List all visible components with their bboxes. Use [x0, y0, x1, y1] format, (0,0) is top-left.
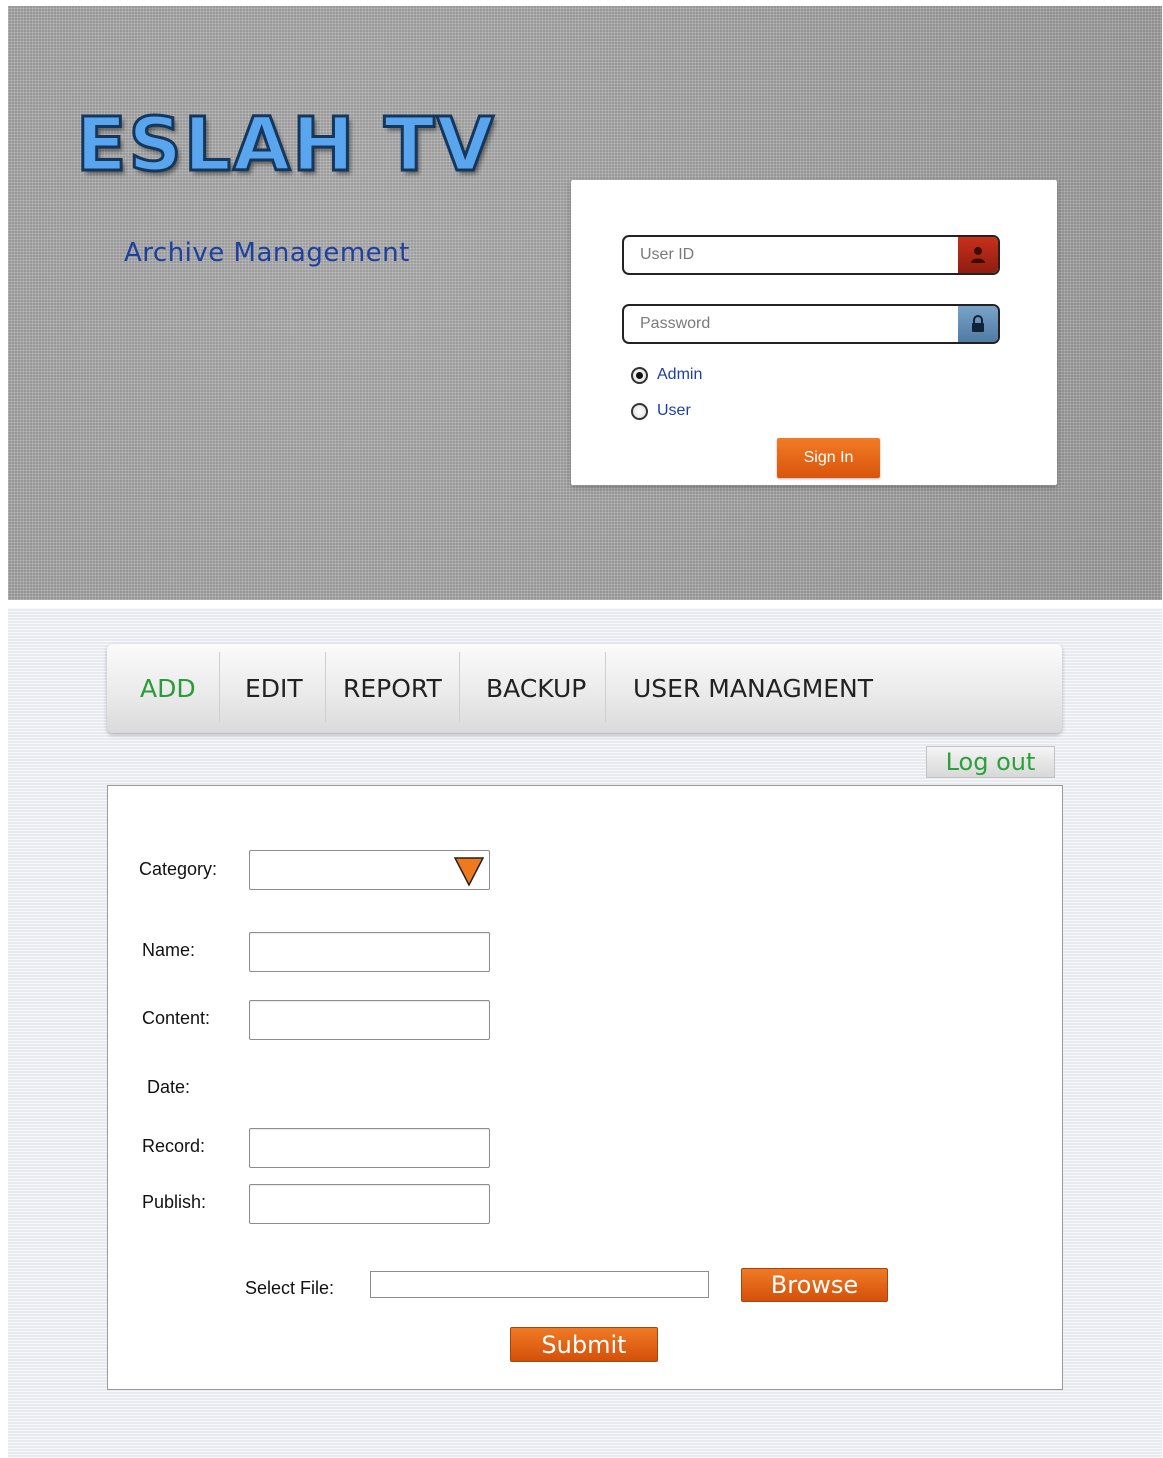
menu-divider: [459, 652, 460, 722]
admin-add-screen: ADD EDIT REPORT BACKUP USER MANAGMENT Lo…: [8, 608, 1162, 1458]
menu-item-user-management[interactable]: USER MANAGMENT: [633, 644, 873, 733]
sign-in-button[interactable]: Sign In: [777, 438, 880, 478]
lock-icon: [958, 306, 998, 342]
browse-button[interactable]: Browse: [741, 1268, 888, 1302]
add-form: Category: Name: Content: Date: Record: P…: [107, 785, 1063, 1390]
menu-item-report[interactable]: REPORT: [343, 644, 442, 733]
menu-item-add[interactable]: ADD: [140, 644, 196, 733]
menu-divider: [325, 652, 326, 722]
dropdown-arrow-icon: [453, 857, 485, 887]
publish-date-input[interactable]: [249, 1184, 490, 1224]
category-label: Category:: [139, 859, 218, 879]
admin-radio[interactable]: [631, 367, 648, 384]
file-path-input[interactable]: [370, 1271, 709, 1298]
category-select[interactable]: [249, 850, 490, 890]
name-input[interactable]: [249, 932, 490, 972]
login-card: User ID Password Admin User Sign In: [571, 180, 1057, 485]
app-subtitle: Archive Management: [124, 238, 410, 268]
password-placeholder: Password: [640, 315, 711, 332]
main-menu-bar: ADD EDIT REPORT BACKUP USER MANAGMENT: [107, 644, 1062, 733]
name-label: Name:: [142, 940, 196, 960]
userid-placeholder: User ID: [640, 246, 695, 263]
menu-divider: [219, 652, 220, 722]
publish-label: Publish:: [142, 1192, 207, 1212]
content-label: Content:: [142, 1008, 211, 1028]
login-screen: ESLAH TV Archive Management User ID Pass…: [8, 6, 1162, 600]
admin-radio-label: Admin: [657, 366, 703, 383]
logout-button[interactable]: Log out: [926, 746, 1055, 778]
brand-logo-title: ESLAH TV: [75, 101, 496, 190]
menu-divider: [605, 652, 606, 722]
record-date-input[interactable]: [249, 1128, 490, 1168]
select-file-label: Select File:: [245, 1278, 335, 1298]
password-input[interactable]: Password: [622, 304, 1000, 344]
content-input[interactable]: [249, 1000, 490, 1040]
date-label: Date:: [147, 1077, 191, 1097]
record-label: Record:: [142, 1136, 206, 1156]
userid-input[interactable]: User ID: [622, 235, 1000, 275]
submit-button[interactable]: Submit: [510, 1327, 658, 1362]
user-radio-label: User: [657, 402, 691, 419]
menu-item-edit[interactable]: EDIT: [245, 644, 303, 733]
user-icon: [958, 237, 998, 273]
user-radio[interactable]: [631, 403, 648, 420]
menu-item-backup[interactable]: BACKUP: [486, 644, 586, 733]
